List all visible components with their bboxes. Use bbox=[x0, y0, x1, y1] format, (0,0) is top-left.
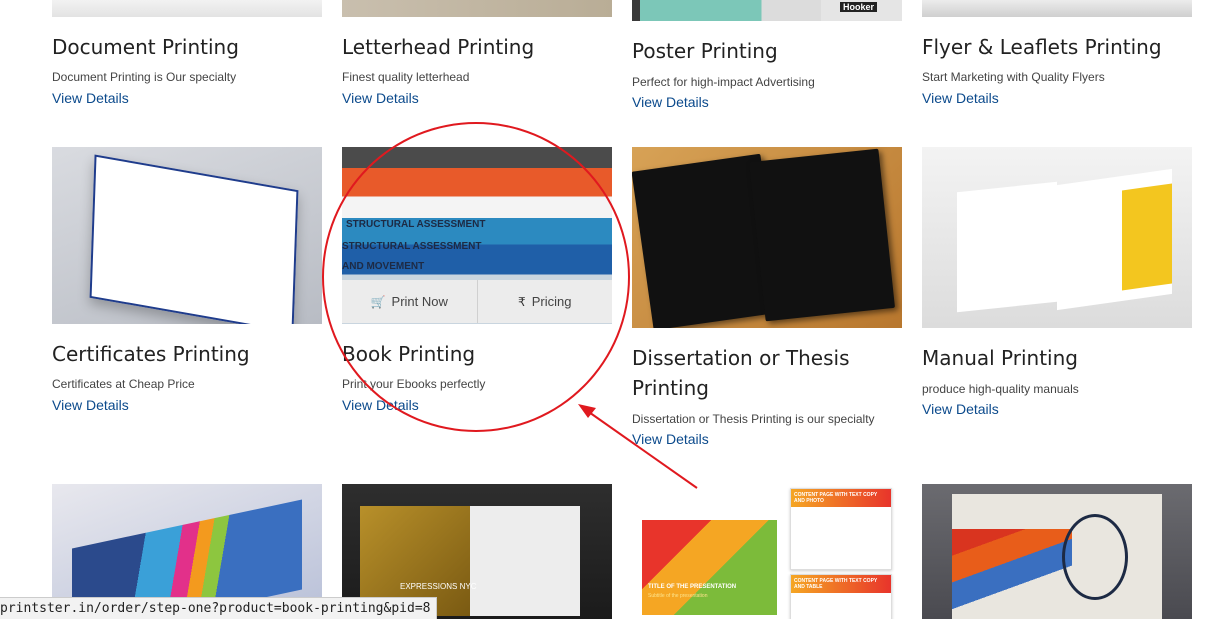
presentation-slide: TITLE OF THE PRESENTATION Subtitle of th… bbox=[642, 520, 777, 615]
art-print-paper bbox=[952, 494, 1162, 619]
catalog-right-page bbox=[470, 506, 580, 616]
product-title: Poster Printing bbox=[632, 39, 778, 63]
hover-action-bar: 🛒 Print Now ₹ Pricing bbox=[342, 280, 612, 323]
art-print-image[interactable] bbox=[922, 484, 1192, 619]
cart-icon: 🛒 bbox=[370, 294, 386, 309]
thesis-printing-image[interactable] bbox=[632, 147, 902, 328]
product-title: Document Printing bbox=[52, 35, 239, 59]
product-title: Certificates Printing bbox=[52, 342, 250, 366]
product-title: Book Printing bbox=[342, 342, 476, 366]
art-rays bbox=[952, 529, 1072, 619]
book-spine-label: STRUCTURAL ASSESSMENT bbox=[346, 219, 486, 230]
view-details-link[interactable]: View Details bbox=[922, 401, 999, 417]
product-title: Letterhead Printing bbox=[342, 35, 535, 59]
document-printing-image[interactable] bbox=[52, 0, 322, 17]
view-details-link[interactable]: View Details bbox=[342, 397, 419, 413]
product-title: Flyer & Leaflets Printing bbox=[922, 35, 1162, 59]
view-details-link[interactable]: View Details bbox=[52, 397, 129, 413]
presentation-printing-image[interactable]: TITLE OF THE PRESENTATION Subtitle of th… bbox=[632, 484, 902, 619]
book-printing-image[interactable]: STRUCTURAL ASSESSMENT STRUCTURAL ASSESSM… bbox=[342, 147, 612, 324]
poster-badge-text: Hooker bbox=[840, 2, 878, 12]
product-description: Start Marketing with Quality Flyers bbox=[922, 70, 1105, 84]
product-description: produce high-quality manuals bbox=[922, 382, 1079, 396]
pricing-button[interactable]: ₹ Pricing bbox=[478, 280, 613, 323]
presentation-title: TITLE OF THE PRESENTATION bbox=[648, 584, 737, 590]
thesis-book bbox=[748, 148, 896, 322]
flyer-printing-image[interactable] bbox=[922, 0, 1192, 17]
manual-printing-image[interactable] bbox=[922, 147, 1192, 328]
content-page-1-header: CONTENT PAGE WITH TEXT COPY AND PHOTO bbox=[791, 489, 891, 507]
rupee-icon: ₹ bbox=[518, 294, 526, 309]
manual-yellow-panel bbox=[1122, 183, 1172, 291]
poster-printing-image[interactable]: Hooker bbox=[632, 0, 902, 21]
certificates-printing-image[interactable] bbox=[52, 147, 322, 324]
print-now-label: Print Now bbox=[391, 294, 448, 309]
product-description: Perfect for high-impact Advertising bbox=[632, 75, 815, 89]
catalog-text: EXPRESSIONS NYC bbox=[400, 582, 477, 591]
manual-left-page bbox=[957, 181, 1057, 313]
letterhead-printing-image[interactable] bbox=[342, 0, 612, 17]
presentation-subtitle: Subtitle of the presentation bbox=[648, 593, 708, 599]
view-details-link[interactable]: View Details bbox=[632, 431, 709, 447]
pricing-label: Pricing bbox=[531, 294, 572, 309]
browser-status-url: printster.in/order/step-one?product=book… bbox=[0, 597, 438, 619]
product-description: Finest quality letterhead bbox=[342, 70, 470, 84]
view-details-link[interactable]: View Details bbox=[342, 90, 419, 106]
book-spine-label: AND MOVEMENT bbox=[342, 261, 425, 272]
certificate-paper bbox=[89, 154, 299, 324]
view-details-link[interactable]: View Details bbox=[52, 90, 129, 106]
view-details-link[interactable]: View Details bbox=[922, 90, 999, 106]
content-page-1: CONTENT PAGE WITH TEXT COPY AND PHOTO bbox=[790, 488, 892, 570]
content-page-2: CONTENT PAGE WITH TEXT COPY AND TABLE bbox=[790, 574, 892, 619]
product-description: Dissertation or Thesis Printing is our s… bbox=[632, 412, 875, 426]
product-title: Dissertation or Thesis Printing bbox=[632, 346, 850, 400]
product-description: Print your Ebooks perfectly bbox=[342, 377, 486, 391]
print-now-button[interactable]: 🛒 Print Now bbox=[342, 280, 478, 323]
book-spine-label: STRUCTURAL ASSESSMENT bbox=[342, 241, 482, 252]
content-page-2-header: CONTENT PAGE WITH TEXT COPY AND TABLE bbox=[791, 575, 891, 593]
art-cyclist bbox=[1062, 514, 1128, 600]
product-title: Manual Printing bbox=[922, 346, 1078, 370]
view-details-link[interactable]: View Details bbox=[632, 94, 709, 110]
product-description: Certificates at Cheap Price bbox=[52, 377, 195, 391]
product-description: Document Printing is Our specialty bbox=[52, 70, 237, 84]
